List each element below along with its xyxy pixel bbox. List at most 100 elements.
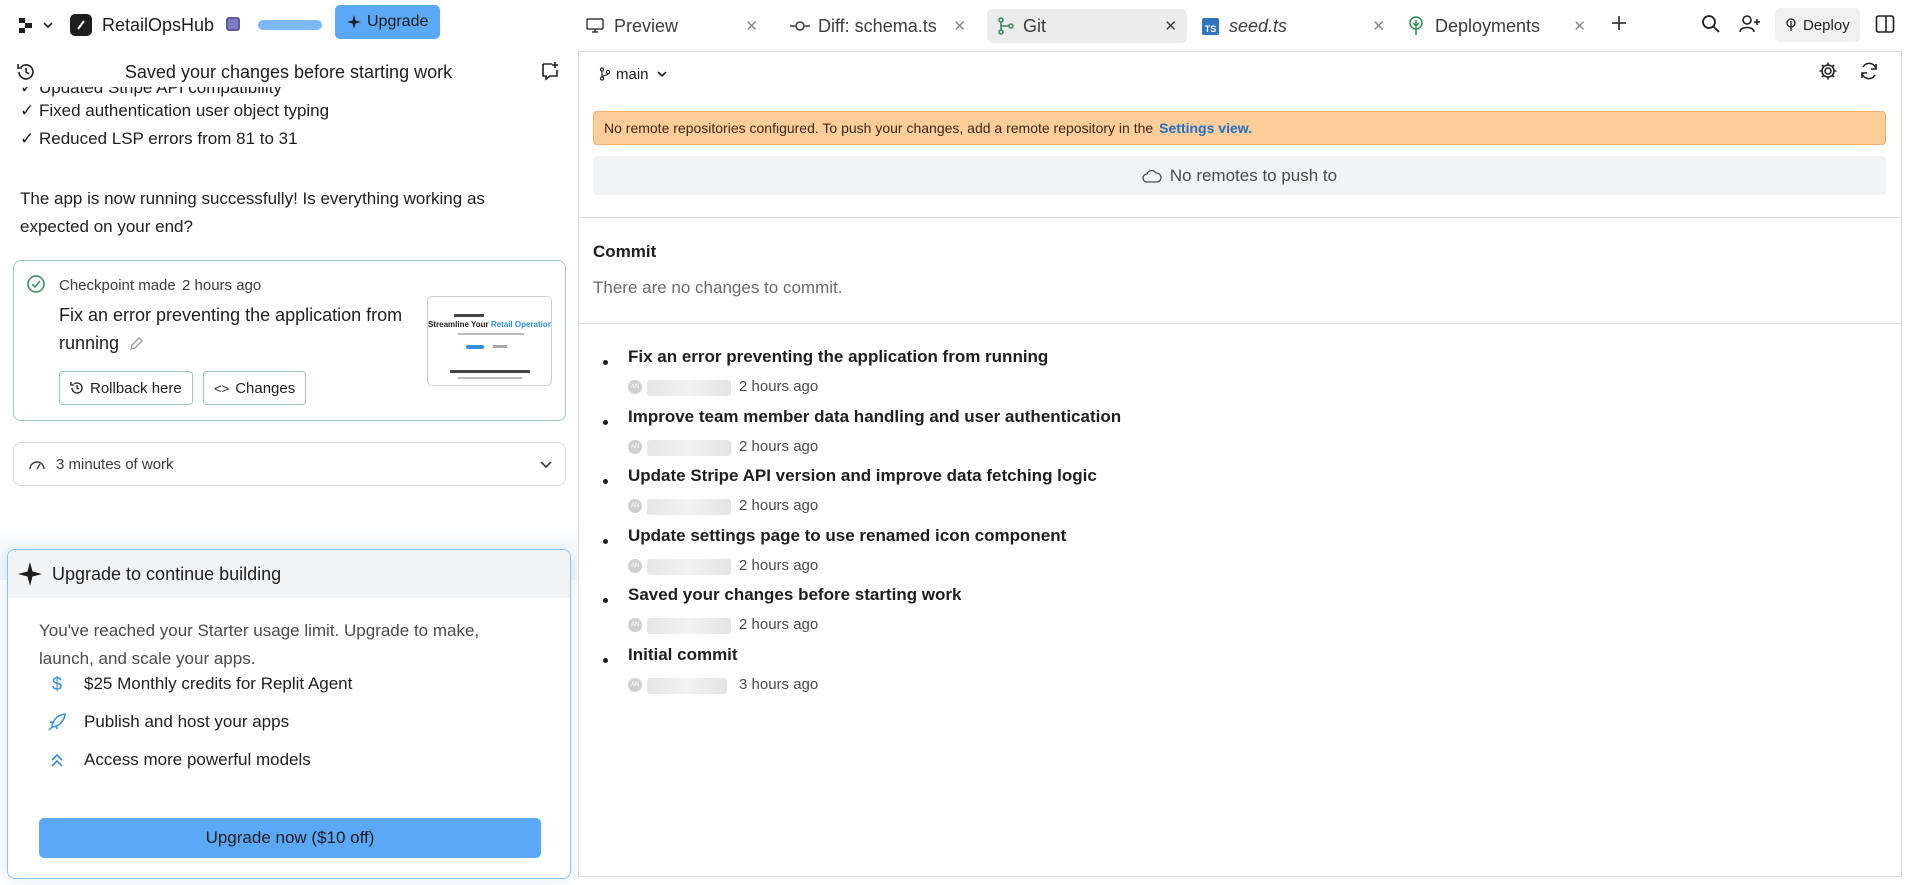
commit-time: 2 hours ago <box>739 557 819 574</box>
close-icon[interactable]: ✕ <box>953 17 966 35</box>
new-chat-icon[interactable] <box>540 61 560 81</box>
rollback-button[interactable]: Rollback here <box>59 371 193 405</box>
commit-time: 2 hours ago <box>739 438 819 455</box>
avatar: AN <box>628 618 642 632</box>
avatar: AN <box>628 678 642 692</box>
changes-label: Changes <box>235 379 296 397</box>
tab-seed-ts[interactable]: TS seed.ts ✕ <box>1195 9 1395 43</box>
work-summary[interactable]: 3 minutes of work <box>13 442 566 486</box>
rollback-label: Rollback here <box>90 379 182 397</box>
no-remotes-push-button[interactable]: No remotes to push to <box>593 156 1886 195</box>
branch-name: main <box>616 65 649 83</box>
chat-line: ✓ Updated Stripe API compatibility <box>20 87 282 97</box>
top-bar: RetailOpsHub Upgrade Preview ✕ Diff: sch… <box>0 0 1910 50</box>
commit-time: 2 hours ago <box>739 378 819 395</box>
feature-label: Access more powerful models <box>84 750 311 769</box>
project-switcher[interactable]: RetailOpsHub <box>70 12 214 38</box>
thumb-heading-2: Retail Operations <box>490 320 552 329</box>
sparkle-icon <box>347 15 361 29</box>
no-remote-warning: No remote repositories configured. To pu… <box>593 111 1886 145</box>
commit-bullet <box>603 479 608 484</box>
checkpoint-title: Fix an error preventing the application … <box>59 301 419 357</box>
commit-bullet <box>603 360 608 365</box>
workspace-menu-button[interactable] <box>18 12 54 38</box>
commit-history: Fix an error preventing the application … <box>579 347 1901 827</box>
chat-message: The app is now running successfully! Is … <box>20 189 485 236</box>
new-tab-plus-icon[interactable] <box>1610 14 1628 32</box>
commit-title: Fix an error preventing the application … <box>628 347 1049 366</box>
invite-user-icon[interactable] <box>1739 14 1761 34</box>
check-circle-icon <box>27 275 45 293</box>
tab-diff-schema[interactable]: Diff: schema.ts ✕ <box>778 9 976 43</box>
rocket-icon <box>46 712 68 732</box>
upgrade-card: Upgrade to continue building You've reac… <box>7 549 571 879</box>
deploy-label: Deploy <box>1803 16 1850 34</box>
commit-time: 2 hours ago <box>739 616 819 633</box>
deploy-button[interactable]: Deploy <box>1775 8 1860 42</box>
tab-deployments[interactable]: Deployments ✕ <box>1400 9 1596 43</box>
chevron-down-icon <box>656 68 668 80</box>
commit-bullet <box>603 539 608 544</box>
thumb-heading: Streamline Your Retail Operations <box>428 320 552 329</box>
chat-line: ✓ Fixed authentication user object typin… <box>20 101 330 120</box>
checkpoint-time: 2 hours ago <box>182 277 262 294</box>
tab-label: Preview <box>614 15 679 36</box>
upgrade-label: Upgrade <box>367 13 429 30</box>
monitor-icon <box>586 18 604 34</box>
close-icon[interactable]: ✕ <box>1372 17 1385 35</box>
tab-label: Deployments <box>1435 15 1541 36</box>
avatar: AN <box>628 380 642 394</box>
git-commit-icon <box>790 20 810 32</box>
chevron-down-icon <box>42 19 54 31</box>
close-icon[interactable]: ✕ <box>1573 17 1586 35</box>
tab-preview[interactable]: Preview ✕ <box>576 9 768 43</box>
author-name-redacted <box>647 380 731 396</box>
thumb-text <box>458 377 522 379</box>
upgrade-description: You've reached your Starter usage limit.… <box>39 621 480 668</box>
divider <box>579 217 1901 218</box>
gauge-icon <box>28 457 46 471</box>
commit-title: Improve team member data handling and us… <box>628 407 1122 426</box>
upgrade-feature: Publish and host your apps <box>46 709 289 735</box>
settings-view-link[interactable]: Settings view. <box>1159 120 1252 136</box>
feature-label: $25 Monthly credits for Replit Agent <box>84 674 353 693</box>
project-icon <box>70 14 92 36</box>
upgrade-now-button[interactable]: Upgrade now ($10 off) <box>39 818 541 858</box>
commit-title: Initial commit <box>628 645 738 664</box>
deploy-icon <box>1785 18 1797 32</box>
warning-text: No remote repositories configured. To pu… <box>604 120 1154 136</box>
upgrade-button[interactable]: Upgrade <box>335 5 441 39</box>
thumb-text <box>458 333 524 335</box>
commit-title: Update settings page to use renamed icon… <box>628 526 1067 545</box>
avatar: AN <box>628 440 642 454</box>
upgrade-feature: Access more powerful models <box>46 747 311 773</box>
replit-logo-icon <box>18 16 36 34</box>
checkpoint-thumbnail[interactable]: Streamline Your Retail Operations <box>427 296 552 386</box>
changes-button[interactable]: <> Changes <box>203 371 307 405</box>
refresh-icon[interactable] <box>1859 61 1879 81</box>
upgrade-card-title: Upgrade to continue building <box>52 563 282 584</box>
git-branch-icon <box>997 17 1015 35</box>
thumb-bar <box>450 370 530 373</box>
chevron-down-icon <box>539 457 553 471</box>
branch-selector[interactable]: main <box>599 62 668 86</box>
edit-pencil-icon[interactable] <box>128 336 144 352</box>
commit-heading: Commit <box>593 242 657 261</box>
thumb-button <box>466 345 484 349</box>
gear-icon[interactable] <box>1818 61 1838 81</box>
no-changes-text: There are no changes to commit. <box>593 278 843 297</box>
close-icon[interactable]: ✕ <box>745 17 758 35</box>
tab-label: Diff: schema.ts <box>818 15 937 36</box>
author-name-redacted <box>647 678 727 694</box>
upgrade-card-header: Upgrade to continue building <box>8 550 570 598</box>
commit-bullet <box>603 598 608 603</box>
author-name-redacted <box>647 499 731 515</box>
tab-git[interactable]: Git ✕ <box>987 9 1187 43</box>
chat-scroll[interactable]: ✓ Updated Stripe API compatibility ✓ Fix… <box>0 87 577 442</box>
tab-label: Git <box>1023 15 1047 36</box>
close-icon[interactable]: ✕ <box>1164 17 1177 35</box>
search-icon[interactable] <box>1701 14 1721 34</box>
thumb-link <box>493 345 507 348</box>
sidebar-toggle-icon[interactable] <box>1875 14 1895 34</box>
work-label: 3 minutes of work <box>56 455 174 473</box>
